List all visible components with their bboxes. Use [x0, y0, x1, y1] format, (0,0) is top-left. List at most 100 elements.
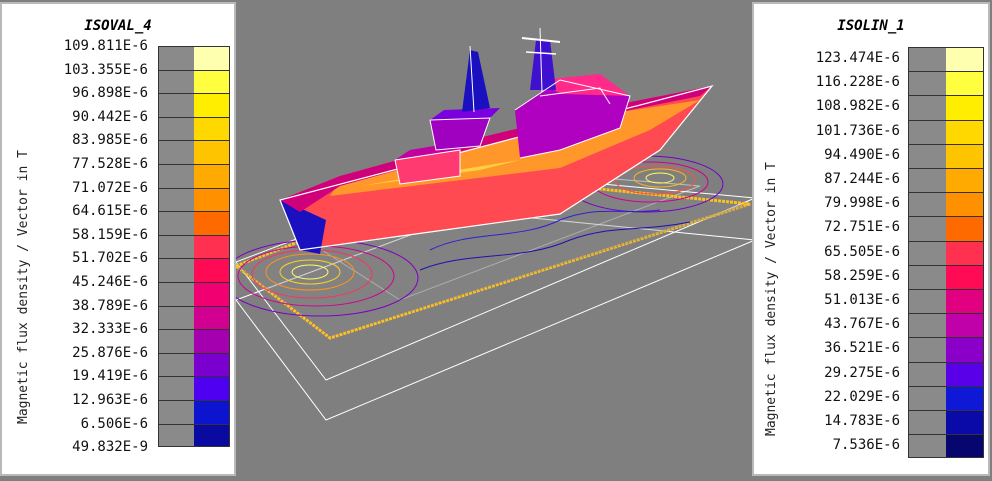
legend-grey-band: [908, 361, 946, 386]
legend-grey-band: [908, 216, 946, 241]
legend-grey-band: [158, 352, 194, 377]
legend-value-label: 6.506E-6: [80, 415, 148, 432]
legend-value-label: 79.998E-6: [824, 195, 900, 212]
legend-grey-band: [908, 240, 946, 265]
legend-color-swatch: [194, 187, 230, 212]
legend-grey-band: [158, 164, 194, 188]
legend-grey-band: [908, 385, 946, 410]
legend-grey-band: [908, 434, 946, 459]
legend-color-swatch: [194, 164, 230, 188]
legend-grey-band: [158, 376, 194, 400]
legend-color-swatch: [194, 423, 230, 448]
legend-value-label: 72.751E-6: [824, 219, 900, 236]
legend-value-label: 58.259E-6: [824, 267, 900, 284]
legend-value-label: 123.474E-6: [815, 50, 900, 66]
legend-grey-band: [158, 211, 194, 235]
legend-title: ISOVAL_4: [84, 18, 152, 34]
legend-color-swatch: [946, 192, 984, 217]
legend-grey-band: [158, 234, 194, 259]
legend-value-label: 51.702E-6: [72, 250, 148, 267]
legend-grey-band: [158, 329, 194, 353]
legend-color-swatch: [946, 289, 984, 314]
legend-color-swatch: [946, 216, 984, 241]
legend-isolin: ISOLIN_1 Magnetic flux density / Vector …: [752, 2, 990, 476]
legend-color-swatch: [946, 119, 984, 144]
legend-value-label: 103.355E-6: [63, 61, 148, 78]
legend-grey-band: [908, 168, 946, 193]
legend-grey-band: [908, 47, 946, 72]
legend-grey-band: [158, 258, 194, 282]
legend-grey-band: [908, 95, 946, 120]
legend-grey-band: [158, 282, 194, 306]
legend-grey-band: [158, 140, 194, 164]
legend-value-label: 116.228E-6: [815, 74, 900, 91]
legend-color-swatch: [194, 400, 230, 424]
legend-color-swatch: [946, 47, 984, 72]
legend-color-swatch: [194, 376, 230, 400]
legend-grey-band: [158, 423, 194, 448]
legend-color-swatch: [946, 168, 984, 193]
legend-grey-band: [158, 400, 194, 424]
legend-value-label: 87.244E-6: [824, 171, 900, 187]
legend-color-swatch: [946, 313, 984, 338]
legend-value-label: 77.528E-6: [72, 156, 148, 172]
legend-color-swatch: [946, 240, 984, 265]
legend-axis-label: Magnetic flux density / Vector in T: [764, 162, 779, 436]
legend-color-swatch: [946, 95, 984, 120]
legend-value-label: 25.876E-6: [72, 344, 148, 361]
legend-value-label: 96.898E-6: [72, 85, 148, 102]
legend-color-swatch: [194, 211, 230, 235]
legend-color-swatch: [194, 93, 230, 117]
legend-isoval: ISOVAL_4 Magnetic flux density / Vector …: [0, 2, 236, 476]
legend-value-label: 19.419E-6: [72, 368, 148, 385]
legend-value-label: 29.275E-6: [824, 364, 900, 381]
legend-grey-band: [908, 313, 946, 338]
legend-grey-band: [908, 289, 946, 314]
legend-value-label: 108.982E-6: [815, 98, 900, 115]
legend-value-label: 36.521E-6: [824, 340, 900, 357]
legend-color-swatch: [194, 258, 230, 282]
legend-color-swatch: [946, 71, 984, 96]
legend-grey-band: [158, 93, 194, 117]
legend-color-swatch: [946, 410, 984, 435]
legend-value-label: 45.246E-6: [72, 274, 148, 290]
legend-color-swatch: [194, 352, 230, 377]
legend-grey-band: [908, 119, 946, 144]
legend-value-label: 58.159E-6: [72, 226, 148, 243]
legend-color-swatch: [194, 116, 230, 141]
legend-value-label: 43.767E-6: [824, 316, 900, 333]
legend-color-swatch: [194, 140, 230, 164]
legend-value-label: 14.783E-6: [824, 413, 900, 429]
legend-grey-band: [908, 71, 946, 96]
legend-value-label: 49.832E-9: [72, 439, 148, 456]
legend-grey-band: [908, 264, 946, 289]
legend-title: ISOLIN_1: [837, 18, 905, 34]
legend-value-label: 38.789E-6: [72, 297, 148, 314]
legend-grey-band: [158, 46, 194, 70]
legend-value-label: 12.963E-6: [72, 392, 148, 408]
legend-value-label: 7.536E-6: [832, 437, 900, 454]
legend-color-swatch: [194, 69, 230, 94]
legend-grey-band: [908, 143, 946, 168]
legend-value-label: 65.505E-6: [824, 243, 900, 260]
legend-grey-band: [158, 187, 194, 212]
legend-color-swatch: [946, 385, 984, 410]
legend-value-label: 83.985E-6: [72, 132, 148, 149]
legend-grey-band: [908, 192, 946, 217]
legend-color-swatch: [946, 337, 984, 362]
legend-grey-band: [908, 337, 946, 362]
legend-grey-band: [158, 69, 194, 94]
legend-color-swatch: [946, 434, 984, 459]
legend-value-label: 22.029E-6: [824, 388, 900, 405]
legend-color-swatch: [194, 282, 230, 306]
legend-value-label: 64.615E-6: [72, 203, 148, 220]
legend-value-label: 71.072E-6: [72, 179, 148, 196]
legend-color-swatch: [194, 305, 230, 330]
legend-value-label: 101.736E-6: [815, 122, 900, 139]
legend-value-label: 94.490E-6: [824, 146, 900, 163]
legend-color-swatch: [194, 234, 230, 259]
legend-color-swatch: [946, 143, 984, 168]
legend-value-label: 90.442E-6: [72, 108, 148, 125]
legend-grey-band: [158, 116, 194, 141]
legend-value-label: 109.811E-6: [63, 38, 148, 54]
